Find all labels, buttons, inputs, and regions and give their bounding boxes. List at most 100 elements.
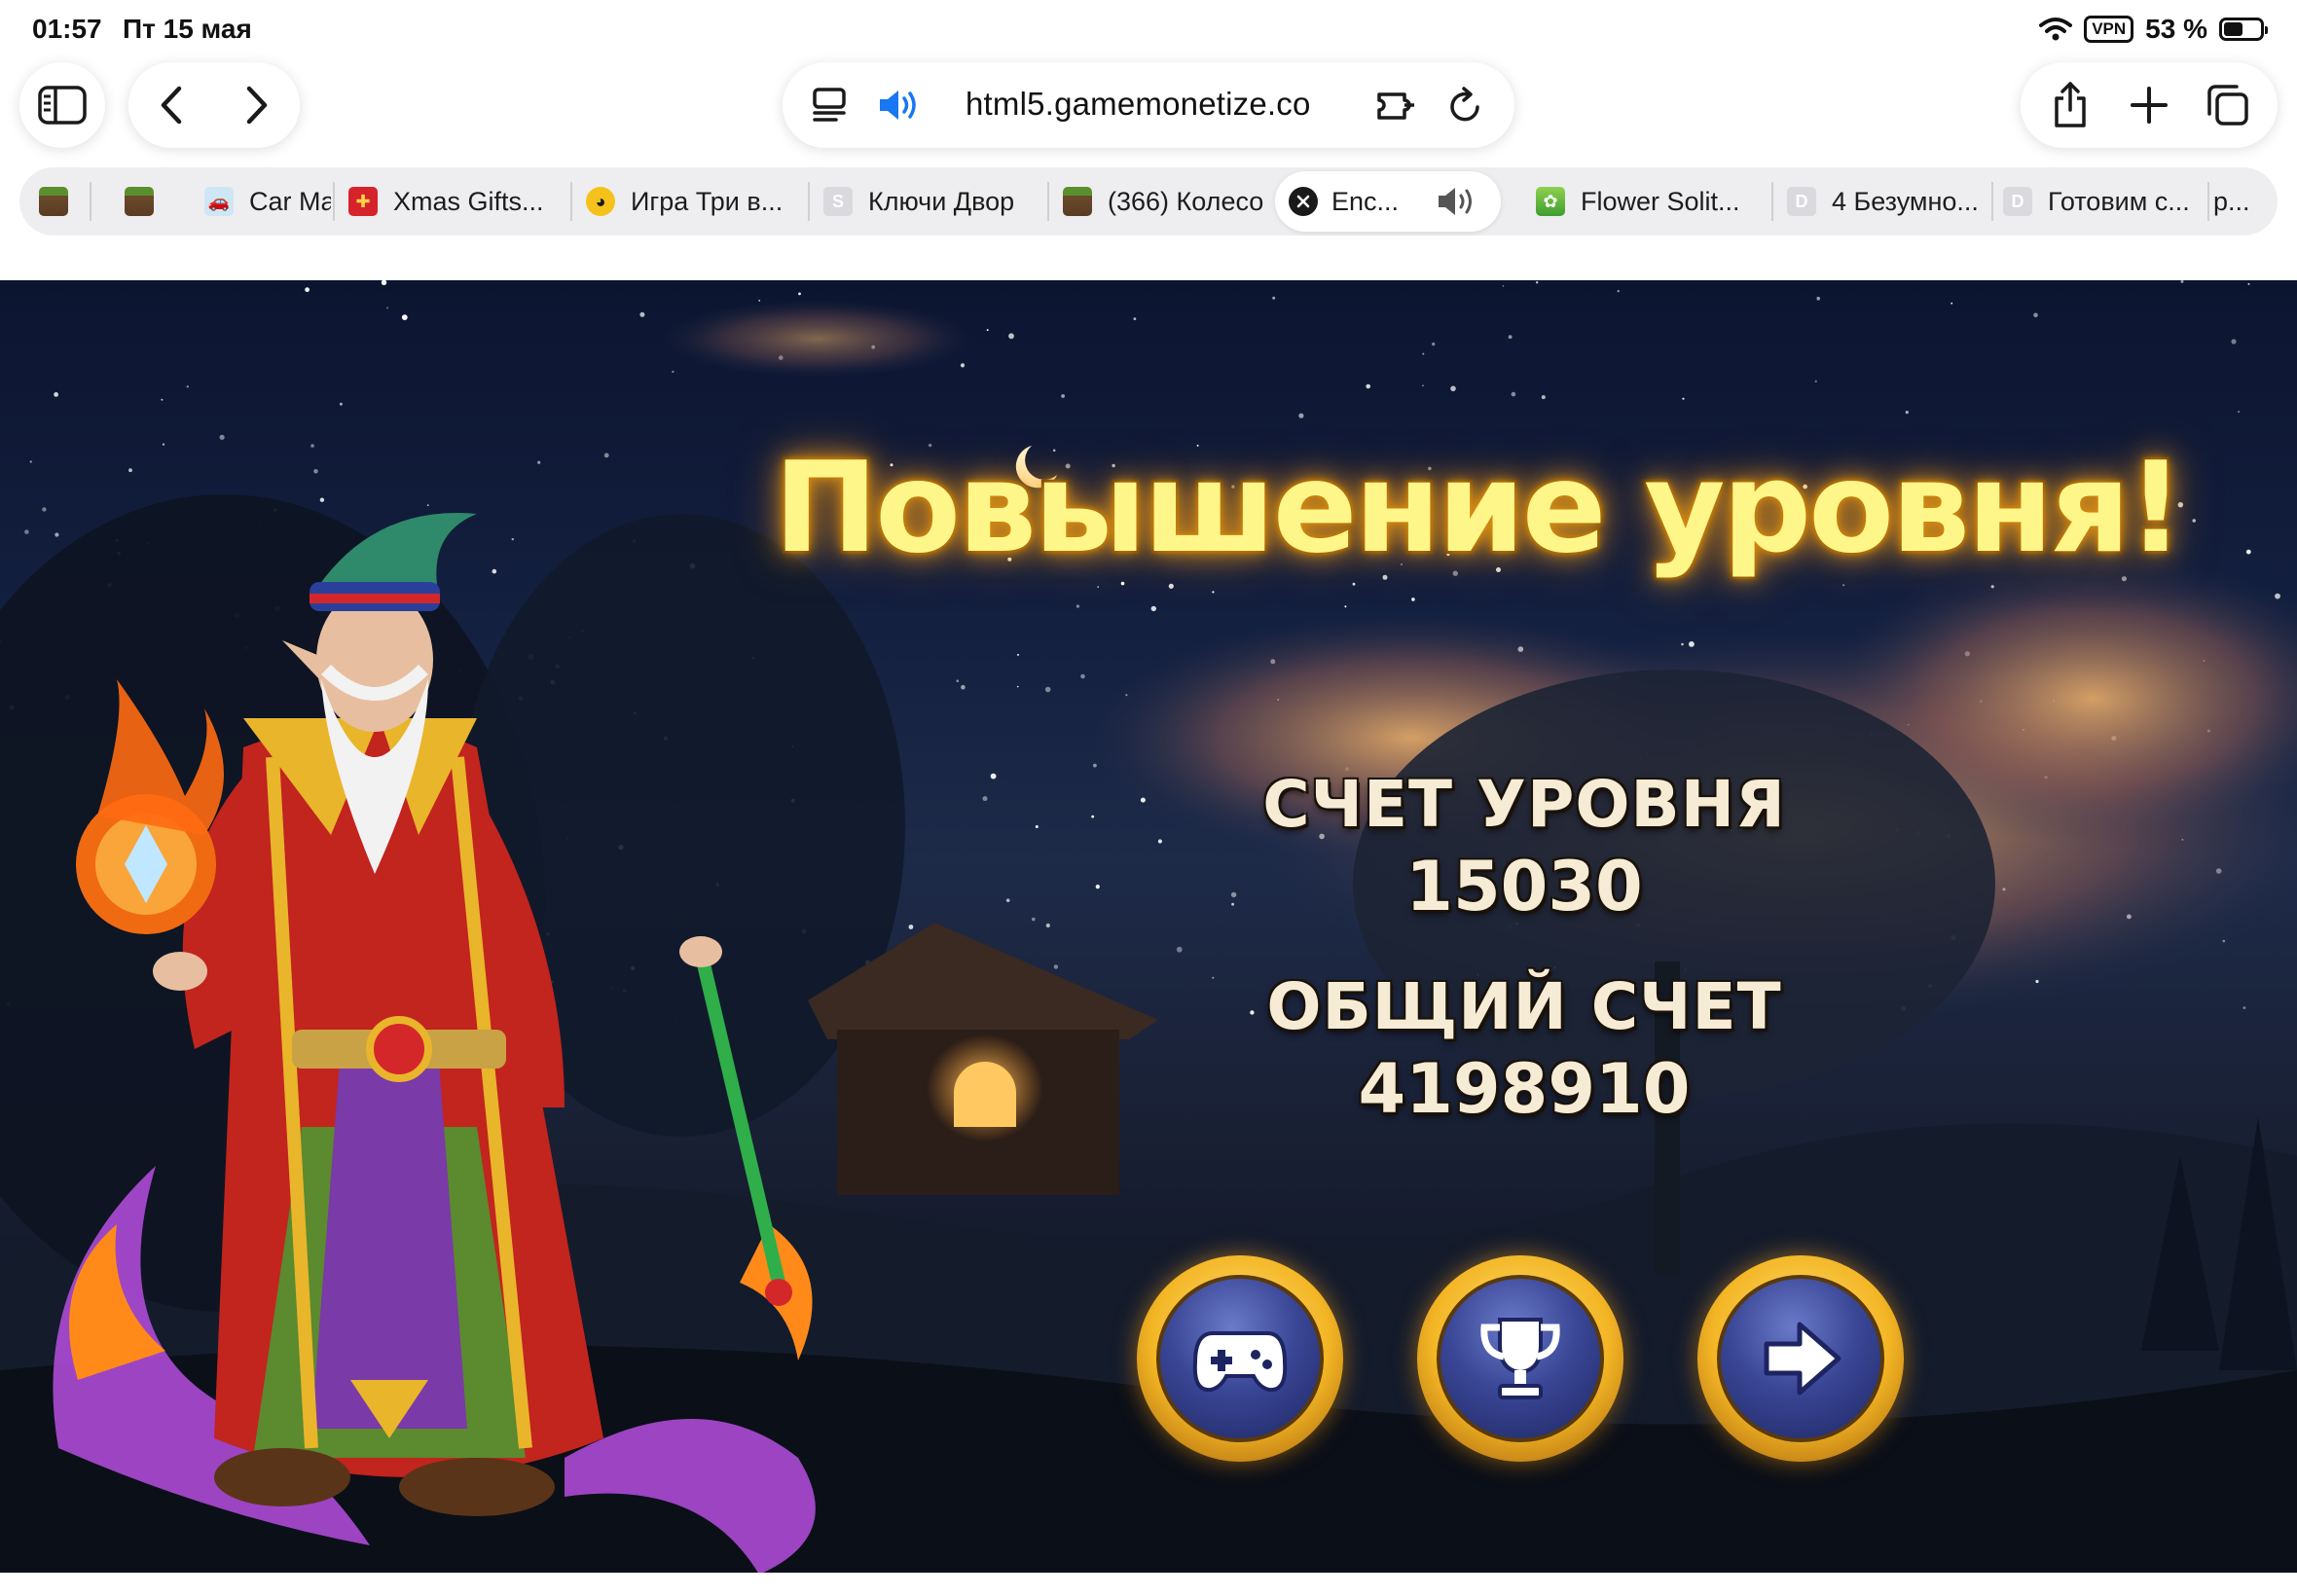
star (1298, 413, 1304, 418)
flower-icon: ✿ (1536, 187, 1565, 216)
close-icon (1296, 195, 1310, 208)
star (1816, 296, 1820, 301)
level-score-label: СЧЕТ УРОВНЯ (1262, 767, 1786, 842)
sidebar-button[interactable] (19, 62, 105, 148)
star (758, 300, 761, 302)
star (1095, 885, 1100, 889)
tab-label: Готовим с... (2048, 186, 2190, 216)
tab-match3[interactable]: ◕ Игра Три в... (572, 167, 806, 236)
letter-d-icon: D (2003, 187, 2032, 216)
tab-bar: 🚗 Car Ma ✚ Xmas Gifts... ◕ Игра Три в...… (19, 167, 2278, 236)
gift-icon: ✚ (348, 187, 378, 216)
star (401, 314, 408, 320)
reader-button[interactable] (804, 80, 855, 130)
leaderboard-button[interactable] (1417, 1255, 1623, 1462)
star (186, 385, 189, 388)
tab-overflow[interactable]: р... (2209, 167, 2278, 236)
star (1168, 583, 1174, 589)
star (1035, 825, 1039, 828)
star (1005, 898, 1010, 902)
url-text: html5.gamemonetize.co (966, 86, 1311, 122)
tab-pinned-1[interactable] (19, 167, 90, 236)
star (1133, 317, 1137, 320)
navigation-group (128, 62, 300, 148)
star (1272, 296, 1276, 300)
star (54, 392, 58, 397)
star (1502, 285, 1505, 287)
tab-crazy[interactable]: D 4 Безумно... (1773, 167, 1989, 236)
back-button[interactable] (137, 71, 205, 139)
star (1044, 686, 1051, 693)
status-time: 01:57 (32, 14, 102, 44)
status-bar: 01:57 Пт 15 мая VPN 53 % (0, 0, 2297, 56)
gamepad-icon (1192, 1331, 1288, 1393)
battery-icon (2219, 18, 2268, 41)
star (1176, 946, 1183, 953)
status-date: Пт 15 мая (123, 14, 252, 44)
play-again-button[interactable] (1137, 1255, 1343, 1462)
tab-keys[interactable]: S Ключи Двор (810, 167, 1045, 236)
tab-active-game[interactable]: Enc... (1275, 171, 1501, 232)
reload-button[interactable] (1440, 80, 1491, 130)
extension-icon (1377, 92, 1414, 120)
star (1080, 673, 1085, 679)
forward-button[interactable] (223, 71, 291, 139)
tab-label: Flower Solit... (1581, 186, 1740, 216)
star (1422, 384, 1424, 387)
tab-pinned-2[interactable] (91, 167, 179, 236)
star (1093, 763, 1097, 768)
star (2033, 312, 2038, 318)
star (1150, 605, 1157, 612)
tab-cooking[interactable]: D Готовим с... (1993, 167, 2217, 236)
wifi-icon (2039, 18, 2073, 41)
audio-button[interactable] (872, 80, 927, 130)
star (1432, 342, 1436, 346)
tab-label: Xmas Gifts... (393, 186, 544, 216)
arrow-right-icon (1764, 1322, 1841, 1396)
next-level-button[interactable] (1697, 1255, 1904, 1462)
star (1097, 586, 1099, 588)
star (1411, 598, 1415, 601)
share-icon (2054, 82, 2086, 127)
tab-label: Игра Три в... (631, 186, 784, 216)
extensions-button[interactable] (1370, 80, 1423, 130)
star (960, 363, 966, 368)
star (2238, 411, 2241, 414)
tab-xmas-gifts[interactable]: ✚ Xmas Gifts... (335, 167, 568, 236)
minecraft-icon (1063, 187, 1092, 216)
star (956, 679, 960, 682)
letter-s-icon: S (823, 187, 853, 216)
letter-d-icon: D (1787, 187, 1816, 216)
share-button[interactable] (2039, 71, 2101, 139)
star (340, 402, 343, 406)
star (1017, 653, 1019, 656)
game-canvas[interactable]: Повышение уровня! СЧЕТ УРОВНЯ 15030 ОБЩИ… (0, 280, 2297, 1573)
trophy-icon (1480, 1318, 1560, 1399)
tab-car[interactable]: 🚗 Car Ma (185, 167, 331, 236)
star (1450, 385, 1456, 392)
star (1352, 582, 1356, 586)
star (1061, 394, 1065, 398)
star (1212, 591, 1215, 594)
star (982, 796, 988, 802)
close-tab-button[interactable] (1289, 187, 1318, 216)
star (1508, 335, 1513, 340)
star (961, 684, 966, 690)
tab-label: Car Ma (249, 186, 331, 216)
total-score-value: 4198910 (1358, 1049, 1691, 1129)
tab-label: Ключи Двор (868, 186, 1015, 216)
tab-label: р... (2213, 186, 2250, 216)
star (639, 311, 645, 317)
new-tab-button[interactable] (2118, 71, 2180, 139)
tab-flower-solitaire[interactable]: ✿ Flower Solit... (1522, 167, 1769, 236)
address-bar[interactable]: html5.gamemonetize.co (783, 62, 1514, 148)
star (1045, 923, 1050, 928)
tabs-overview-button[interactable] (2197, 71, 2259, 139)
reload-icon (1450, 87, 1479, 122)
star (1511, 391, 1516, 397)
sidebar-icon (38, 86, 87, 125)
total-score-label: ОБЩИЙ СЧЕТ (1266, 969, 1782, 1044)
level-up-title: Повышение уровня! (771, 433, 2187, 584)
star (1016, 685, 1019, 688)
tab-wheel[interactable]: (366) Колесо (1049, 167, 1285, 236)
